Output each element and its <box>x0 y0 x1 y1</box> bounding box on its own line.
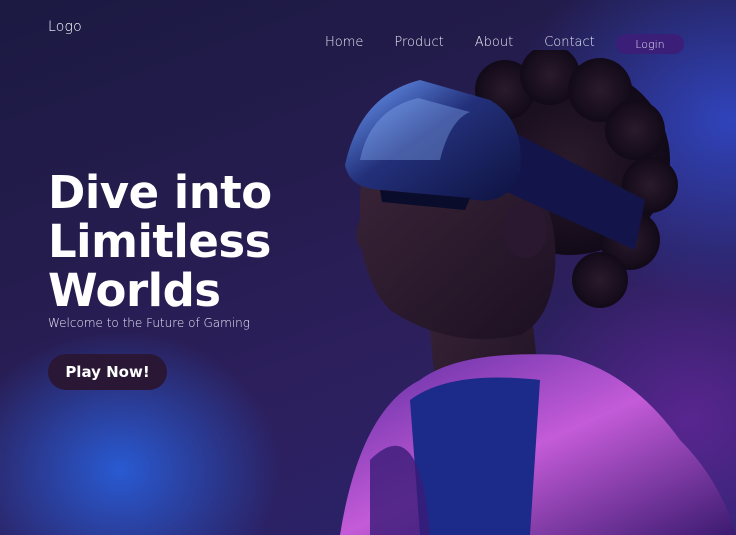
nav-about-link[interactable]: About <box>475 35 513 50</box>
logo[interactable]: Logo <box>48 19 82 35</box>
hero-title: Dive into Limitless Worlds <box>48 168 338 315</box>
nav-contact-link[interactable]: Contact <box>544 35 595 50</box>
hero-title-line: Limitless <box>48 215 271 268</box>
hero-title-line: Dive into <box>48 166 272 219</box>
nav-home-link[interactable]: Home <box>325 35 363 50</box>
play-now-button[interactable]: Play Now! <box>48 354 167 390</box>
main-nav: Home Product About Contact <box>325 35 626 50</box>
nav-product-link[interactable]: Product <box>394 35 443 50</box>
hero-title-line: Worlds <box>48 264 221 317</box>
vr-headset-person-image <box>300 50 736 535</box>
hero-subtitle: Welcome to the Future of Gaming <box>48 316 250 330</box>
